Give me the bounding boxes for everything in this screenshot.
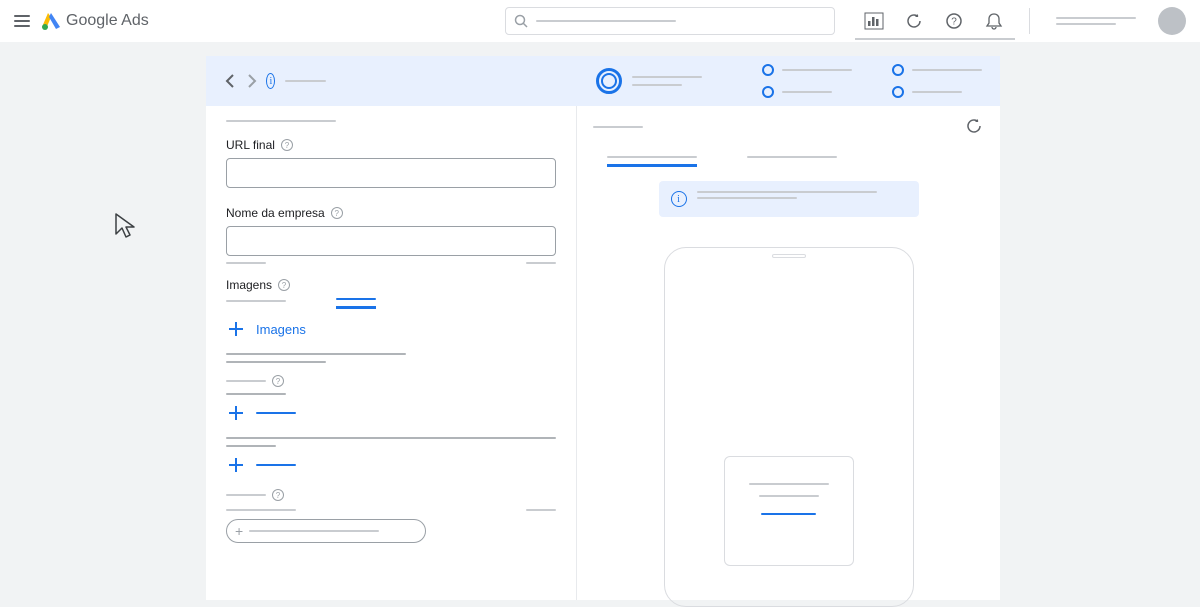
images-tab-2[interactable] (336, 298, 376, 309)
plus-icon (226, 319, 246, 339)
placeholder-line (226, 437, 556, 439)
step-bullet-icon (762, 64, 774, 76)
add-item-button-1[interactable] (226, 403, 556, 423)
reports-icon[interactable] (865, 12, 883, 30)
account-label (1056, 17, 1136, 25)
help-icon[interactable] (278, 279, 290, 291)
step-bullet-icon (762, 86, 774, 98)
phone-mockup (664, 247, 914, 607)
final-url-input[interactable] (226, 158, 556, 188)
counter-text (526, 262, 556, 264)
divider (1029, 8, 1030, 34)
placeholder-line (226, 509, 296, 511)
step-group-2 (762, 64, 852, 98)
info-icon[interactable] (266, 73, 275, 89)
hamburger-menu-icon[interactable] (14, 15, 30, 27)
company-name-label: Nome da empresa (226, 206, 556, 220)
section-label (226, 375, 556, 387)
refresh-preview-button[interactable] (966, 118, 984, 136)
add-images-button[interactable]: Imagens (226, 319, 556, 339)
step-bullet-icon (892, 86, 904, 98)
stepper-crumb (285, 80, 326, 82)
back-button[interactable] (224, 70, 235, 92)
info-banner (659, 181, 919, 217)
step-group-3 (892, 64, 982, 98)
panel-title (226, 120, 336, 122)
placeholder-line (526, 509, 556, 511)
preview-panel (576, 106, 1000, 600)
forward-button[interactable] (247, 70, 258, 92)
preview-tabs (593, 156, 984, 167)
placeholder-line (226, 445, 276, 447)
step-ring-icon (596, 68, 622, 94)
chip-input[interactable]: + (226, 519, 426, 543)
company-name-input[interactable] (226, 226, 556, 256)
help-icon[interactable] (272, 489, 284, 501)
placeholder-line (226, 353, 406, 355)
help-icon[interactable] (281, 139, 293, 151)
search-input[interactable] (505, 7, 835, 35)
help-icon[interactable]: ? (945, 12, 963, 30)
header-actions: ? (865, 7, 1186, 35)
placeholder-line (226, 361, 326, 363)
avatar[interactable] (1158, 7, 1186, 35)
ad-preview-card (724, 456, 854, 566)
svg-text:?: ? (951, 17, 957, 28)
help-icon[interactable] (272, 375, 284, 387)
help-icon[interactable] (331, 207, 343, 219)
app-header: Google Ads ? (0, 0, 1200, 42)
preview-tab-1[interactable] (607, 156, 697, 167)
preview-tab-2[interactable] (747, 156, 837, 167)
logo: Google Ads (42, 12, 149, 30)
images-tabs (226, 298, 556, 309)
search-placeholder (536, 20, 676, 22)
preview-title (593, 126, 643, 128)
search-icon (514, 14, 528, 28)
plus-icon (226, 403, 246, 423)
step-bullet-icon (892, 64, 904, 76)
stepper-bar (206, 56, 1000, 106)
cursor-icon (114, 212, 142, 240)
step-current (596, 68, 702, 94)
info-icon (671, 191, 687, 207)
images-tab-1[interactable] (226, 300, 286, 308)
helper-text (226, 262, 266, 264)
refresh-icon[interactable] (905, 12, 923, 30)
final-url-label: URL final (226, 138, 556, 152)
google-ads-logo-icon (42, 13, 60, 29)
brand-name: Google Ads (66, 12, 149, 30)
add-item-button-2[interactable] (226, 455, 556, 475)
images-label: Imagens (226, 278, 556, 292)
phone-notch (772, 254, 806, 258)
placeholder-line (226, 393, 286, 395)
notifications-icon[interactable] (985, 12, 1003, 30)
plus-icon: + (235, 523, 243, 539)
plus-icon (226, 455, 246, 475)
ad-form-panel: URL final Nome da empresa Imagens Imagen… (206, 106, 576, 600)
section-label-2 (226, 489, 556, 501)
